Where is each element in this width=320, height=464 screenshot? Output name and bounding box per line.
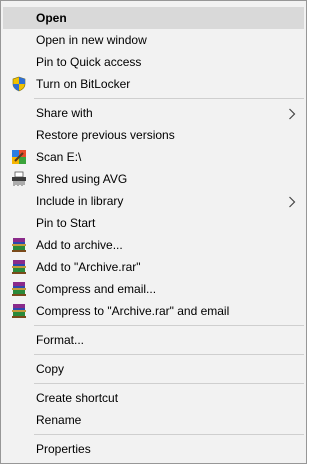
winrar-icon (11, 237, 27, 253)
menu-item-copy[interactable]: Copy (3, 358, 304, 380)
menu-item-shred-using-avg[interactable]: Shred using AVG (3, 168, 304, 190)
menu-item-pin-to-quick-access[interactable]: Pin to Quick access (3, 51, 304, 73)
menu-item-include-in-library[interactable]: Include in library (3, 190, 304, 212)
menu-item-label: Create shortcut (36, 391, 119, 405)
menu-item-label: Pin to Start (36, 216, 96, 230)
shredder-icon (11, 171, 27, 187)
menu-item-properties[interactable]: Properties (3, 438, 304, 460)
avg-scan-icon (11, 149, 27, 165)
menu-separator (34, 383, 304, 384)
menu-item-label: Share with (36, 106, 93, 120)
menu-item-label: Copy (36, 362, 65, 376)
winrar-icon (11, 303, 27, 319)
menu-separator (34, 98, 304, 99)
winrar-icon (11, 281, 27, 297)
menu-item-open-in-new-window[interactable]: Open in new window (3, 29, 304, 51)
menu-item-label: Compress and email... (36, 282, 157, 296)
chevron-right-icon (288, 107, 296, 120)
menu-item-label: Include in library (36, 194, 124, 208)
context-menu: Open Open in new window Pin to Quick acc… (0, 0, 307, 464)
menu-item-pin-to-start[interactable]: Pin to Start (3, 212, 304, 234)
chevron-right-icon (288, 195, 296, 208)
menu-separator (34, 434, 304, 435)
menu-item-label: Compress to "Archive.rar" and email (36, 304, 230, 318)
menu-item-label: Scan E:\ (36, 150, 82, 164)
menu-item-label: Open in new window (36, 33, 147, 47)
menu-item-label: Format... (36, 333, 85, 347)
menu-separator (34, 354, 304, 355)
menu-item-share-with[interactable]: Share with (3, 102, 304, 124)
menu-item-compress-to-archive-rar-and-email[interactable]: Compress to "Archive.rar" and email (3, 300, 304, 322)
menu-item-label: Add to "Archive.rar" (36, 260, 141, 274)
menu-item-restore-previous-versions[interactable]: Restore previous versions (3, 124, 304, 146)
menu-item-open[interactable]: Open (3, 7, 304, 29)
winrar-icon (11, 259, 27, 275)
menu-item-label: Pin to Quick access (36, 55, 142, 69)
menu-item-compress-and-email[interactable]: Compress and email... (3, 278, 304, 300)
menu-item-rename[interactable]: Rename (3, 409, 304, 431)
menu-item-label: Turn on BitLocker (36, 77, 131, 91)
menu-item-label: Restore previous versions (36, 128, 175, 142)
menu-item-label: Properties (36, 442, 91, 456)
menu-item-add-to-archive-rar[interactable]: Add to "Archive.rar" (3, 256, 304, 278)
menu-item-scan[interactable]: Scan E:\ (3, 146, 304, 168)
menu-item-create-shortcut[interactable]: Create shortcut (3, 387, 304, 409)
menu-item-label: Add to archive... (36, 238, 123, 252)
menu-separator (34, 325, 304, 326)
menu-item-format[interactable]: Format... (3, 329, 304, 351)
menu-item-label: Rename (36, 413, 82, 427)
menu-item-turn-on-bitlocker[interactable]: Turn on BitLocker (3, 73, 304, 95)
menu-item-label: Shred using AVG (36, 172, 128, 186)
shield-icon (11, 76, 27, 92)
menu-item-label: Open (36, 11, 67, 25)
menu-item-add-to-archive[interactable]: Add to archive... (3, 234, 304, 256)
